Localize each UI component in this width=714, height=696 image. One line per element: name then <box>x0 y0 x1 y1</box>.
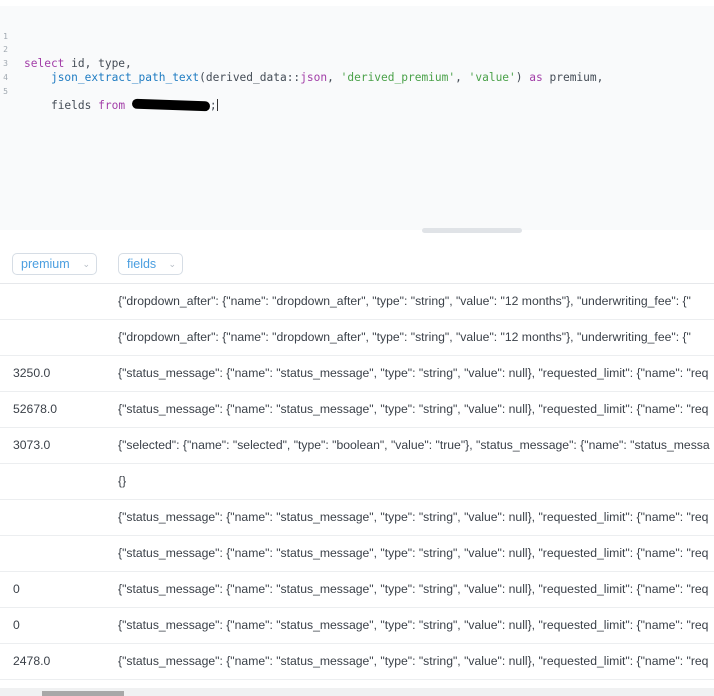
cell-fields: {} <box>118 474 127 488</box>
cell-fields: {"dropdown_after": {"name": "dropdown_af… <box>118 294 691 308</box>
sql-workspace: 1 2 select id, type, 3 json_extract_path… <box>0 0 714 696</box>
chevron-down-icon[interactable]: ⌄ <box>82 254 90 274</box>
keyword-from: from <box>98 99 126 112</box>
cell-fields: {"status_message": {"name": "status_mess… <box>118 546 709 560</box>
table-row[interactable]: {"dropdown_after": {"name": "dropdown_af… <box>0 319 714 356</box>
horizontal-scrollbar-thumb[interactable] <box>42 691 124 696</box>
table-row[interactable]: 52678.0 {"status_message": {"name": "sta… <box>0 391 714 428</box>
cell-fields: {"status_message": {"name": "status_mess… <box>118 510 709 524</box>
results-table: premium ⌄ fields ⌄ {"dropdown_after": {"… <box>0 233 714 696</box>
chevron-down-icon[interactable]: ⌄ <box>168 254 176 274</box>
table-row[interactable]: {"status_message": {"name": "status_mess… <box>0 535 714 572</box>
cell-fields: {"status_message": {"name": "status_mess… <box>118 366 709 380</box>
cell-fields: {"selected": {"name": "selected", "type"… <box>118 438 710 452</box>
cell-fields: {"status_message": {"name": "status_mess… <box>118 654 709 668</box>
cell-premium: 0 <box>13 618 20 632</box>
line-number: 5 <box>3 87 8 96</box>
code-line-5: 5 fields from ; <box>0 71 714 112</box>
cell-premium: 0 <box>13 582 20 596</box>
sql-editor[interactable]: 1 2 select id, type, 3 json_extract_path… <box>0 0 714 230</box>
code-fragment: ; <box>209 99 217 112</box>
code-line-2: 2 select id, type, <box>0 29 714 70</box>
column-header-premium[interactable]: premium ⌄ <box>12 253 97 275</box>
cell-fields: {"status_message": {"name": "status_mess… <box>118 618 709 632</box>
cell-premium: 3073.0 <box>13 438 51 452</box>
cell-fields: {"dropdown_after": {"name": "dropdown_af… <box>118 330 691 344</box>
cell-fields: {"status_message": {"name": "status_mess… <box>118 402 709 416</box>
code-fragment: fields <box>50 99 99 112</box>
code-text: fields from ; <box>24 98 218 113</box>
cell-premium: 52678.0 <box>13 402 58 416</box>
table-row[interactable]: {"dropdown_after": {"name": "dropdown_af… <box>0 283 714 320</box>
redaction-mark <box>131 98 210 112</box>
table-row[interactable]: 3073.0 {"selected": {"name": "selected",… <box>0 427 714 464</box>
cell-premium: 3250.0 <box>13 366 51 380</box>
cell-premium: 2478.0 <box>13 654 51 668</box>
code-fragment <box>125 99 132 112</box>
column-label: fields <box>127 257 157 271</box>
table-header: premium ⌄ fields ⌄ <box>0 233 714 284</box>
text-cursor <box>216 99 218 111</box>
code-line-3: 3 json_extract_path_text(derived_data::j… <box>0 43 714 84</box>
table-row[interactable]: 0 {"status_message": {"name": "status_me… <box>0 571 714 608</box>
column-label: premium <box>21 257 70 271</box>
table-row[interactable]: 0 {"status_message": {"name": "status_me… <box>0 607 714 644</box>
code-line-1: 1 <box>0 16 714 41</box>
table-row[interactable]: {} <box>0 463 714 500</box>
cell-fields: {"status_message": {"name": "status_mess… <box>118 582 709 596</box>
code-line-4: 4 <box>0 57 714 82</box>
table-row[interactable]: 2478.0 {"status_message": {"name": "stat… <box>0 643 714 680</box>
table-row[interactable]: {"status_message": {"name": "status_mess… <box>0 499 714 536</box>
column-header-fields[interactable]: fields ⌄ <box>118 253 183 275</box>
table-row[interactable]: 3250.0 {"status_message": {"name": "stat… <box>0 355 714 392</box>
